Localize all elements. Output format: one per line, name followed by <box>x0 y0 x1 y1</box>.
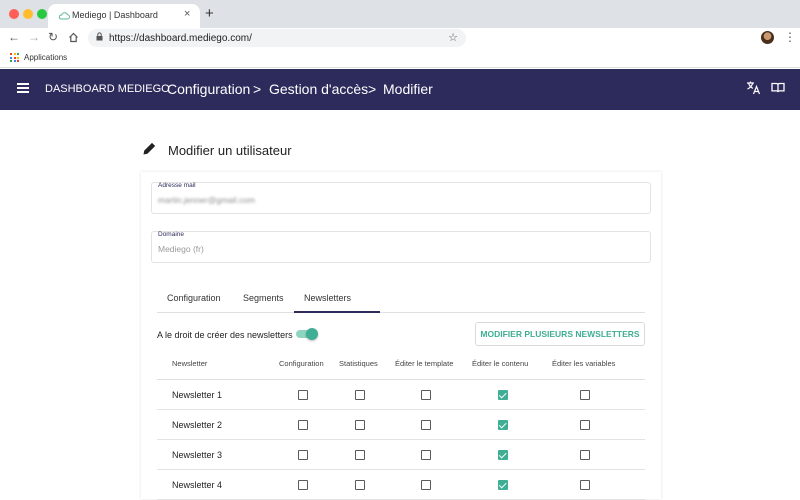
browser-toolbar: ← → ↻ https://dashboard.mediego.com/ ☆ ⋮ <box>0 28 800 48</box>
back-icon[interactable]: ← <box>8 30 20 44</box>
email-label: Adresse mail <box>158 182 196 189</box>
permission-checkbox[interactable] <box>421 450 431 460</box>
table-row: Newsletter 4 <box>157 470 645 500</box>
permission-checkbox[interactable] <box>421 420 431 430</box>
permission-checkbox[interactable] <box>298 420 308 430</box>
browser-menu-icon[interactable]: ⋮ <box>784 30 796 44</box>
new-tab-icon[interactable]: + <box>205 5 214 22</box>
star-icon[interactable]: ☆ <box>448 31 458 44</box>
tab-close-icon[interactable]: × <box>184 8 190 20</box>
breadcrumb-configuration[interactable]: Configuration <box>167 81 250 97</box>
active-tab-indicator <box>294 311 380 313</box>
column-header-editer-template: Éditer le template <box>395 359 454 368</box>
brand-title[interactable]: DASHBOARD MEDIEGO <box>45 83 170 95</box>
permission-checkbox[interactable] <box>355 390 365 400</box>
column-header-editer-variables: Éditer les variables <box>552 359 616 368</box>
permission-checkbox[interactable] <box>498 390 508 400</box>
maximize-window-button[interactable] <box>37 9 47 19</box>
profile-avatar[interactable] <box>761 31 774 44</box>
apps-grid-icon[interactable] <box>10 53 19 62</box>
create-right-label: A le droit de créer des newsletters <box>157 330 293 340</box>
permission-checkbox[interactable] <box>498 450 508 460</box>
domain-label: Domaine <box>158 231 185 238</box>
permission-checkbox[interactable] <box>355 450 365 460</box>
newsletter-name: Newsletter 3 <box>172 450 223 460</box>
create-right-toggle[interactable] <box>296 328 318 340</box>
permission-checkbox[interactable] <box>298 390 308 400</box>
bookmarks-bar: Applications <box>0 48 800 68</box>
column-header-statistiques: Statistiques <box>339 359 378 368</box>
lock-icon <box>96 32 103 41</box>
permission-checkbox[interactable] <box>580 420 590 430</box>
column-header-configuration: Configuration <box>279 359 324 368</box>
forward-icon[interactable]: → <box>28 30 40 44</box>
permission-checkbox[interactable] <box>421 390 431 400</box>
translate-icon[interactable] <box>746 80 761 95</box>
bulk-edit-newsletters-button[interactable]: MODIFIER PLUSIEURS NEWSLETTERS <box>475 322 645 346</box>
bookmark-applications[interactable]: Applications <box>24 53 67 62</box>
url-text: https://dashboard.mediego.com/ <box>109 33 252 44</box>
permission-checkbox[interactable] <box>498 420 508 430</box>
permission-checkbox[interactable] <box>498 480 508 490</box>
newsletter-name: Newsletter 1 <box>172 390 223 400</box>
address-bar[interactable]: https://dashboard.mediego.com/ ☆ <box>88 29 466 47</box>
minimize-window-button[interactable] <box>23 9 33 19</box>
table-row: Newsletter 2 <box>157 410 645 440</box>
newsletter-name: Newsletter 2 <box>172 420 223 430</box>
toggle-knob <box>306 328 318 340</box>
browser-tab[interactable]: Mediego | Dashboard × <box>48 4 200 28</box>
user-form-card: Adresse mail martin.jenner@gmail.com Dom… <box>141 172 661 500</box>
domain-field[interactable]: Domaine Mediego (fr) <box>151 231 651 263</box>
breadcrumb-separator: > <box>253 81 262 97</box>
breadcrumb-separator: > <box>368 81 377 97</box>
permission-checkbox[interactable] <box>298 450 308 460</box>
browser-tabstrip: Mediego | Dashboard × + <box>0 0 800 28</box>
newsletter-name: Newsletter 4 <box>172 480 223 490</box>
tab-segments[interactable]: Segments <box>243 293 284 303</box>
column-header-editer-contenu: Éditer le contenu <box>472 359 529 368</box>
permission-checkbox[interactable] <box>580 390 590 400</box>
permission-checkbox[interactable] <box>580 480 590 490</box>
permission-checkbox[interactable] <box>421 480 431 490</box>
permission-checkbox[interactable] <box>355 480 365 490</box>
hamburger-icon[interactable] <box>17 83 29 93</box>
reload-icon[interactable]: ↻ <box>48 30 58 44</box>
breadcrumb-gestion-acces[interactable]: Gestion d'accès <box>269 81 368 97</box>
book-icon[interactable] <box>771 82 785 93</box>
cloud-icon <box>58 12 70 20</box>
table-row: Newsletter 3 <box>157 440 645 470</box>
email-value: martin.jenner@gmail.com <box>158 195 255 205</box>
breadcrumb-modifier: Modifier <box>383 81 433 97</box>
app-header: DASHBOARD MEDIEGO Configuration > Gestio… <box>0 69 800 110</box>
permission-checkbox[interactable] <box>355 420 365 430</box>
domain-value: Mediego (fr) <box>158 244 204 254</box>
column-header-newsletter: Newsletter <box>172 359 208 368</box>
tab-bar: Configuration Segments Newsletters <box>157 289 645 313</box>
email-field[interactable]: Adresse mail martin.jenner@gmail.com <box>151 182 651 214</box>
tab-newsletters[interactable]: Newsletters <box>304 293 351 303</box>
table-row: Newsletter 1 <box>157 380 645 410</box>
tab-configuration[interactable]: Configuration <box>167 293 221 303</box>
permission-checkbox[interactable] <box>298 480 308 490</box>
page-title: Modifier un utilisateur <box>168 143 292 158</box>
close-window-button[interactable] <box>9 9 19 19</box>
permission-checkbox[interactable] <box>580 450 590 460</box>
tab-title: Mediego | Dashboard <box>72 10 158 20</box>
pencil-icon <box>143 142 156 155</box>
home-icon[interactable] <box>68 32 79 43</box>
